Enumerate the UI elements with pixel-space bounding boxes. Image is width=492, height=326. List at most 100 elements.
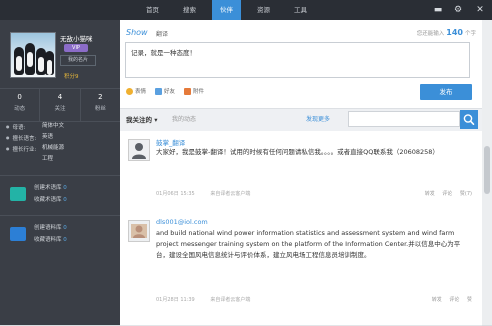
info-value: 机械能源 [42,145,65,151]
info-key: 擅长语言: [6,132,42,143]
stat-following-count: 4 [57,93,63,101]
name-card-button[interactable]: 我的名片 [60,55,96,66]
following-filter-label: 我关注的 [126,116,152,124]
collect-corpus-label: 收藏语料库 [34,237,62,243]
info-value: 简体中文 [42,123,65,129]
user-avatar-icon [131,224,147,238]
collect-termbase-count: 0 [63,197,67,203]
info-value: 英语 [42,134,54,140]
create-corpus-label: 创建语料库 [34,225,62,231]
chevron-down-icon: ▾ [154,116,158,124]
close-icon[interactable]: ✕ [468,0,492,20]
comment-button[interactable]: 评论 [449,297,459,303]
post-meta: 01月06日 15:35 来自译者云客户端 [156,190,264,197]
stat-following-label: 关注 [54,106,66,112]
search-button[interactable] [460,110,478,129]
discover-more-link[interactable]: 发现更多 [306,109,330,131]
friend-button[interactable]: 好友 [155,87,175,95]
create-termbase-count: 0 [63,185,67,191]
post-time: 01月06日 15:35 [156,191,195,197]
avatar[interactable] [10,32,56,78]
publish-button[interactable]: 发布 [420,84,472,100]
termbase-icon [10,187,26,201]
attachment-icon [184,87,192,95]
info-key [6,154,42,165]
post-author[interactable]: 鼓掌_翻译 [156,137,185,147]
search-icon [463,114,475,125]
post-avatar[interactable] [128,139,150,161]
minimize-icon[interactable]: ▬ [428,0,448,20]
emoji-button[interactable]: 表情 [126,87,146,95]
stat-following[interactable]: 4 关注 [40,89,81,121]
char-counter-suffix: 个字 [464,31,476,37]
nav-tools[interactable]: 工具 [286,0,315,20]
post-time: 01月28日 11:39 [156,297,195,303]
compose-tools: 表情 好友 附件 [126,87,213,95]
post-avatar[interactable] [128,220,150,242]
compose-box: Show 翻译 您还能输入140个字 记录，就是一种态度！ 表情 好友 附件 [120,20,482,108]
vip-badge: VIP [64,44,88,52]
feed-post: dls001@iol.com and build national wind p… [120,212,482,326]
user-avatar-icon [132,143,146,159]
create-termbase-label: 创建术语库 [34,185,62,191]
top-navigation-bar: 首页 搜索 伙伴 资源 工具 ▬ ⚙ ✕ [0,0,492,20]
feed-post: 鼓掌_翻译 大家好，我是鼓掌-翻译！试用的时候有任何问题请私信我。。。。或者直接… [120,131,482,213]
like-button[interactable]: 赞 [467,297,472,303]
create-corpus-count: 0 [63,225,67,231]
termbase-section: 创建术语库 0 收藏术语库 0 [0,175,120,216]
penguin-figure [14,47,24,75]
post-author[interactable]: dls001@iol.com [156,218,208,226]
attachment-button[interactable]: 附件 [184,87,204,95]
following-filter-dropdown[interactable]: 我关注的 ▾ [126,109,158,131]
info-value: 工程 [42,156,54,162]
main-feed: Show 翻译 您还能输入140个字 记录，就是一种态度！ 表情 好友 附件 [120,20,482,326]
comment-button[interactable]: 评论 [442,191,452,197]
profile-stats: 0 动态 4 关注 2 粉丝 [0,88,120,122]
forward-button[interactable]: 转发 [425,191,435,197]
stat-posts[interactable]: 0 动态 [0,89,41,121]
feed-search-input[interactable] [348,111,460,127]
create-termbase-link[interactable]: 创建术语库 0 [34,183,67,191]
stat-followers[interactable]: 2 粉丝 [81,89,120,121]
collect-corpus-count: 0 [63,237,67,243]
gear-icon[interactable]: ⚙ [448,0,468,20]
brand-sub-label: 翻译 [156,31,169,38]
brand-label: Show [126,28,148,37]
collect-termbase-label: 收藏术语库 [34,197,62,203]
emoji-label: 表情 [135,89,147,95]
user-name[interactable]: 无敌小猫咪 [60,33,93,43]
nav-resources[interactable]: 资源 [249,0,278,20]
app-window: 首页 搜索 伙伴 资源 工具 ▬ ⚙ ✕ 无敌小猫咪 VIP 我的名片 积分9 … [0,0,492,326]
info-key: 擅长行业: [6,143,42,154]
info-native-language: 母语: 简体中文 [6,121,116,132]
collect-corpus-link[interactable]: 收藏语料库 0 [34,235,67,243]
feed-scrollbar[interactable] [482,20,492,325]
my-activity-tab[interactable]: 我的动态 [172,109,196,131]
penguin-figure [45,51,54,75]
create-corpus-link[interactable]: 创建语料库 0 [34,223,67,231]
profile-sidebar: 无敌小猫咪 VIP 我的名片 积分9 0 动态 4 关注 2 粉丝 母语: 简体… [0,20,120,325]
scroll-thumb[interactable] [484,146,490,194]
attachment-label: 附件 [193,89,205,95]
nav-search[interactable]: 搜索 [175,0,204,20]
corpus-icon [10,227,26,241]
like-button[interactable]: 赞(7) [460,191,472,197]
corpus-section: 创建语料库 0 收藏语料库 0 [0,215,120,256]
forward-button[interactable]: 转发 [432,297,442,303]
nav-home[interactable]: 首页 [138,0,167,20]
feed-filter-bar: 我关注的 ▾ 我的动态 发现更多 [120,108,482,132]
post-actions: 转发 评论 赞(7) [419,190,472,197]
points-label: 积分9 [64,74,79,80]
post-textarea[interactable]: 记录，就是一种态度！ [125,42,470,78]
post-source: 来自译者云客户端 [210,297,251,303]
nav-partners[interactable]: 伙伴 [212,0,241,20]
char-counter-number: 140 [446,28,463,37]
friend-label: 好友 [164,89,176,95]
info-industries-cont: 工程 [6,154,116,165]
post-meta: 01月28日 11:39 来自译者云客户端 [156,296,264,303]
collect-termbase-link[interactable]: 收藏术语库 0 [34,195,67,203]
emoji-icon [126,87,133,95]
stat-posts-count: 0 [17,93,22,101]
char-counter: 您还能输入 140 个字 [417,28,476,37]
post-text: and build national wind power informatio… [156,229,461,259]
